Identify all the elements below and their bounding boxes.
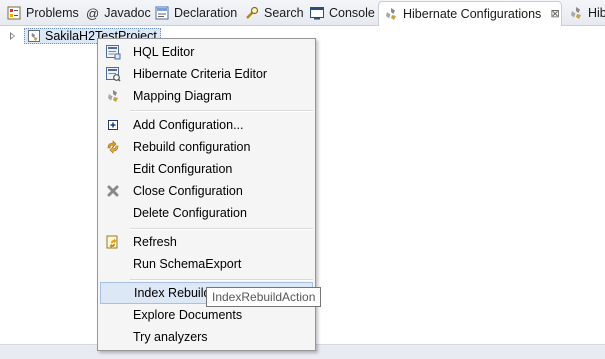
menu-item-label: Index Rebuild	[134, 286, 211, 300]
menu-item-delete-configuration[interactable]: Delete Configuration	[100, 202, 313, 224]
menu-item-explore-documents[interactable]: Explore Documents	[100, 304, 313, 326]
tab-label: Declaration	[174, 6, 238, 20]
menu-item-try-analyzers[interactable]: Try analyzers	[100, 326, 313, 348]
tab-label: Problems	[26, 6, 79, 20]
declaration-icon	[154, 5, 170, 21]
expand-arrow-icon[interactable]	[8, 31, 18, 41]
menu-separator	[130, 279, 313, 281]
menu-item-label: Delete Configuration	[133, 206, 247, 220]
tooltip: IndexRebuildAction	[206, 287, 322, 307]
search-icon	[244, 5, 260, 21]
menu-item-label: Run SchemaExport	[133, 257, 242, 271]
tab-problems[interactable]: Problems	[6, 2, 79, 24]
tab-label: Console	[329, 6, 375, 20]
menu-item-label: Add Configuration...	[133, 118, 244, 132]
menu-item-label: Hibernate Criteria Editor	[133, 67, 268, 81]
menu-item-label: Refresh	[133, 235, 177, 249]
tab-hibernate-configurations[interactable]: Hibernate Configurations ⊠	[378, 1, 562, 26]
configuration-icon	[27, 29, 41, 43]
menu-item-refresh[interactable]: Refresh	[100, 231, 313, 253]
view-tab-bar: Problems @ Javadoc Declaration Search Co…	[0, 0, 605, 26]
menu-item-label: Edit Configuration	[133, 162, 233, 176]
close-tab-icon[interactable]: ⊠	[549, 8, 561, 20]
menu-item-add-configuration[interactable]: Add Configuration...	[100, 114, 313, 136]
hibernate-icon	[568, 5, 584, 21]
tab-label: Search	[264, 6, 304, 20]
add-configuration-icon	[105, 117, 121, 133]
menu-item-rebuild-configuration[interactable]: Rebuild configuration	[100, 136, 313, 158]
console-icon	[309, 5, 325, 21]
menu-item-label: Mapping Diagram	[133, 89, 232, 103]
tab-console[interactable]: Console	[309, 2, 375, 24]
menu-item-hql-editor[interactable]: HQL Editor	[100, 41, 313, 63]
tab-declaration[interactable]: Declaration	[154, 2, 237, 24]
menu-item-edit-configuration[interactable]: Edit Configuration	[100, 158, 313, 180]
tab-javadoc[interactable]: @ Javadoc	[86, 2, 151, 24]
tab-search[interactable]: Search	[244, 2, 304, 24]
criteria-editor-icon	[105, 66, 121, 82]
menu-item-label: HQL Editor	[133, 45, 195, 59]
menu-item-label: Rebuild configuration	[133, 140, 251, 154]
menu-item-criteria-editor[interactable]: Hibernate Criteria Editor	[100, 63, 313, 85]
menu-item-label: Try analyzers	[133, 330, 208, 344]
rebuild-icon	[105, 139, 121, 155]
tab-hibernate-partial[interactable]: Hib	[568, 2, 605, 24]
menu-item-label: Explore Documents	[133, 308, 243, 322]
menu-separator	[130, 110, 313, 112]
javadoc-icon: @	[86, 5, 100, 21]
hql-editor-icon	[105, 44, 121, 60]
mapping-diagram-icon	[105, 88, 121, 104]
menu-item-label: Close Configuration	[133, 184, 243, 198]
tab-label: Javadoc	[104, 6, 151, 20]
tab-label: Hibernate Configurations	[403, 7, 542, 21]
tab-label: Hib	[588, 6, 605, 20]
menu-item-close-configuration[interactable]: Close Configuration	[100, 180, 313, 202]
refresh-icon	[105, 234, 121, 250]
problems-icon	[6, 5, 22, 21]
menu-item-mapping-diagram[interactable]: Mapping Diagram	[100, 85, 313, 107]
menu-separator	[130, 228, 313, 230]
hibernate-icon	[383, 6, 399, 22]
menu-item-run-schemaexport[interactable]: Run SchemaExport	[100, 253, 313, 275]
close-icon	[105, 183, 121, 199]
